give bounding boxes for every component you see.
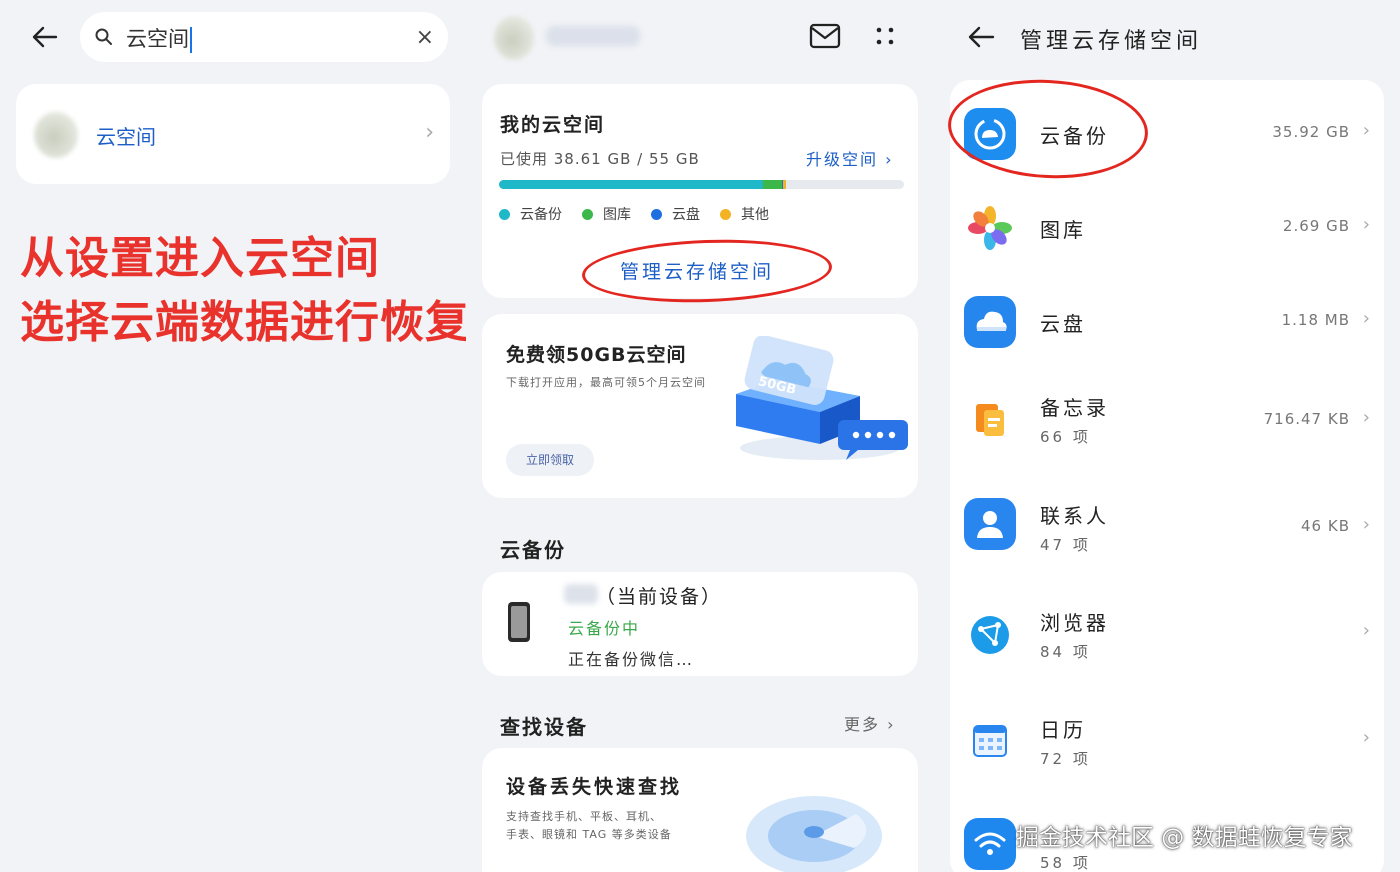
notes-icon bbox=[976, 404, 1004, 436]
list-item-count: 47 项 bbox=[1040, 536, 1091, 554]
list-item-gallery[interactable]: 图库 2.69 GB › bbox=[950, 180, 1384, 274]
storage-legend: 云备份 图库 云盘 其他 bbox=[499, 204, 769, 224]
caption-line-2: 选择云端数据进行恢复 bbox=[20, 297, 466, 348]
chevron-right-icon: › bbox=[1362, 514, 1370, 535]
search-icon bbox=[95, 28, 112, 45]
backup-progress-text: 正在备份微信… bbox=[568, 650, 695, 669]
list-item-count: 58 项 bbox=[1040, 854, 1091, 872]
list-item-name: 日历 bbox=[1040, 718, 1086, 742]
list-item-browser[interactable]: 浏览器 84 项 › bbox=[950, 587, 1384, 681]
legend-item: 图库 bbox=[582, 204, 631, 224]
legend-label: 其他 bbox=[741, 207, 769, 223]
usage-segment-gallery bbox=[763, 180, 782, 189]
list-item-name: 图库 bbox=[1040, 218, 1086, 242]
storage-usage-bar bbox=[499, 180, 904, 189]
list-item-name: 云盘 bbox=[1040, 312, 1086, 336]
page-title: 管理云存储空间 bbox=[1020, 29, 1203, 54]
legend-dot bbox=[499, 209, 510, 220]
list-item-size: 716.47 KB bbox=[1263, 410, 1350, 428]
chevron-right-icon: › bbox=[425, 120, 434, 145]
list-item-name: 浏览器 bbox=[1040, 611, 1109, 635]
browser-icon bbox=[971, 616, 1009, 654]
search-result-label: 云空间 bbox=[96, 125, 156, 149]
text-caret bbox=[190, 27, 192, 53]
chevron-right-icon: › bbox=[1362, 727, 1370, 748]
mail-icon[interactable] bbox=[809, 22, 841, 50]
promo-title: 免费领50GB云空间 bbox=[506, 344, 687, 366]
list-item-size: 35.92 GB bbox=[1272, 123, 1350, 141]
wifi-icon bbox=[964, 818, 1016, 870]
list-item-count: 66 项 bbox=[1040, 428, 1091, 446]
find-more-label: 更多 bbox=[844, 715, 881, 734]
list-item-count: 72 项 bbox=[1040, 750, 1091, 768]
backup-section-title: 云备份 bbox=[500, 538, 566, 562]
list-item-notes[interactable]: 备忘录 66 项 716.47 KB › bbox=[950, 372, 1384, 466]
cloud-space-panel: 我的云空间 已使用 38.61 GB / 55 GB 升级空间 › 云备份 图库… bbox=[466, 0, 934, 872]
caption-line-1: 从设置进入云空间 bbox=[20, 233, 380, 284]
contacts-icon bbox=[964, 498, 1016, 550]
calendar-icon bbox=[973, 725, 1007, 757]
find-card-desc-2: 手表、眼镜和 TAG 等多类设备 bbox=[506, 828, 672, 841]
legend-label: 云备份 bbox=[520, 207, 562, 223]
find-device-section-title: 查找设备 bbox=[500, 715, 588, 739]
search-query: 云空间 bbox=[126, 23, 192, 53]
search-input[interactable]: 云空间 × bbox=[80, 12, 448, 62]
phone-icon bbox=[508, 602, 530, 642]
list-item-count: 84 项 bbox=[1040, 643, 1091, 661]
find-more-link[interactable]: 更多 › bbox=[844, 711, 896, 735]
legend-dot bbox=[582, 209, 593, 220]
claim-button[interactable]: 立即领取 bbox=[506, 444, 594, 476]
legend-dot bbox=[651, 209, 662, 220]
gallery-icon bbox=[968, 206, 1012, 250]
chevron-right-icon: › bbox=[1362, 214, 1370, 235]
legend-item: 其他 bbox=[720, 204, 769, 224]
search-result-item[interactable]: 云空间 › bbox=[16, 84, 450, 184]
list-item-size: 1.18 MB bbox=[1281, 311, 1350, 329]
upgrade-space-label: 升级空间 bbox=[806, 150, 879, 169]
list-item-calendar[interactable]: 日历 72 项 › bbox=[950, 694, 1384, 788]
list-item-size: 46 KB bbox=[1301, 517, 1350, 535]
device-name bbox=[564, 584, 598, 604]
list-item-name: 联系人 bbox=[1040, 504, 1109, 528]
usage-segment-backup bbox=[499, 180, 764, 189]
manage-storage-panel: 管理云存储空间 云备份 35.92 GB › 图库 2.69 GB › 云盘 1… bbox=[934, 0, 1400, 872]
settings-search-panel: 云空间 × 云空间 › 从设置进入云空间 选择云端数据进行恢复 bbox=[0, 0, 466, 872]
find-card-desc-1: 支持查找手机、平板、耳机、 bbox=[506, 810, 662, 823]
list-item-name: 备忘录 bbox=[1040, 396, 1109, 420]
back-arrow-icon[interactable] bbox=[966, 22, 996, 52]
list-item-contacts[interactable]: 联系人 47 项 46 KB › bbox=[950, 480, 1384, 574]
list-item-size: 2.69 GB bbox=[1282, 217, 1350, 235]
chevron-right-icon: › bbox=[1362, 120, 1370, 141]
list-item-cloud-drive[interactable]: 云盘 1.18 MB › bbox=[950, 274, 1384, 368]
chevron-right-icon: › bbox=[1362, 620, 1370, 641]
clear-icon[interactable]: × bbox=[416, 25, 434, 50]
watermark: 掘金技术社区 @ 数据蛙恢复专家 bbox=[1016, 825, 1353, 851]
legend-item: 云盘 bbox=[651, 204, 700, 224]
radar-illustration bbox=[746, 796, 882, 872]
legend-dot bbox=[720, 209, 731, 220]
storage-used-text: 已使用 38.61 GB / 55 GB bbox=[500, 150, 700, 168]
app-thumbnail bbox=[34, 112, 78, 158]
chevron-right-icon: › bbox=[1362, 308, 1370, 329]
account-name bbox=[546, 26, 640, 46]
legend-label: 云盘 bbox=[672, 207, 700, 223]
cloud-drive-icon bbox=[964, 296, 1016, 348]
current-device-label: （当前设备） bbox=[596, 586, 723, 608]
back-arrow-icon[interactable] bbox=[30, 22, 60, 52]
legend-label: 图库 bbox=[603, 207, 631, 223]
upgrade-space-link[interactable]: 升级空间 › bbox=[806, 146, 894, 170]
avatar bbox=[494, 16, 534, 60]
more-icon[interactable] bbox=[870, 22, 900, 52]
legend-item: 云备份 bbox=[499, 204, 562, 224]
chevron-right-icon: › bbox=[1362, 407, 1370, 428]
cloud-box-illustration: 50GB bbox=[736, 336, 908, 460]
promo-desc: 下载打开应用，最高可领5个月云空间 bbox=[506, 376, 706, 389]
my-cloud-space-title: 我的云空间 bbox=[500, 114, 606, 136]
usage-segment-other bbox=[783, 180, 786, 189]
backup-status: 云备份中 bbox=[568, 619, 641, 638]
find-card-title: 设备丢失快速查找 bbox=[506, 776, 683, 798]
